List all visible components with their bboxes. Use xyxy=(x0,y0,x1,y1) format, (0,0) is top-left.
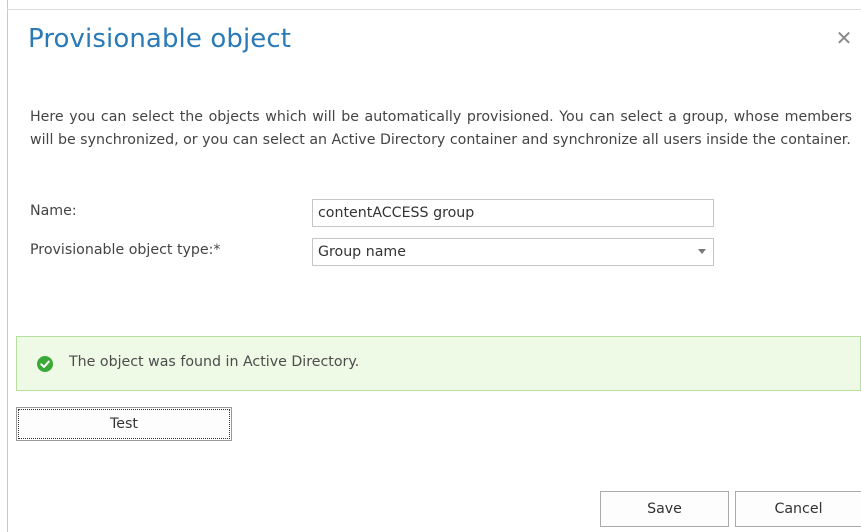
name-input-value: contentACCESS group xyxy=(318,205,475,221)
dialog-left-border xyxy=(7,0,8,532)
save-button[interactable]: Save xyxy=(600,491,729,527)
status-message-text: The object was found in Active Directory… xyxy=(69,354,360,370)
dialog-top-border xyxy=(7,9,861,10)
close-icon[interactable]: ✕ xyxy=(834,28,854,48)
dialog-title: Provisionable object xyxy=(28,24,292,54)
name-input[interactable]: contentACCESS group xyxy=(312,199,714,227)
object-type-dropdown[interactable]: Group name xyxy=(312,238,714,266)
cancel-button[interactable]: Cancel xyxy=(735,491,861,527)
object-type-selected-value: Group name xyxy=(318,244,406,260)
name-label: Name: xyxy=(30,203,77,219)
object-type-label: Provisionable object type:* xyxy=(30,242,221,258)
provisionable-object-dialog: Provisionable object ✕ Here you can sele… xyxy=(0,0,861,532)
dropdown-arrow-icon[interactable] xyxy=(698,249,706,254)
status-message-bar: The object was found in Active Directory… xyxy=(16,336,861,391)
check-circle-icon xyxy=(37,356,53,372)
test-button[interactable]: Test xyxy=(16,407,232,441)
dialog-description: Here you can select the objects which wi… xyxy=(30,109,852,148)
